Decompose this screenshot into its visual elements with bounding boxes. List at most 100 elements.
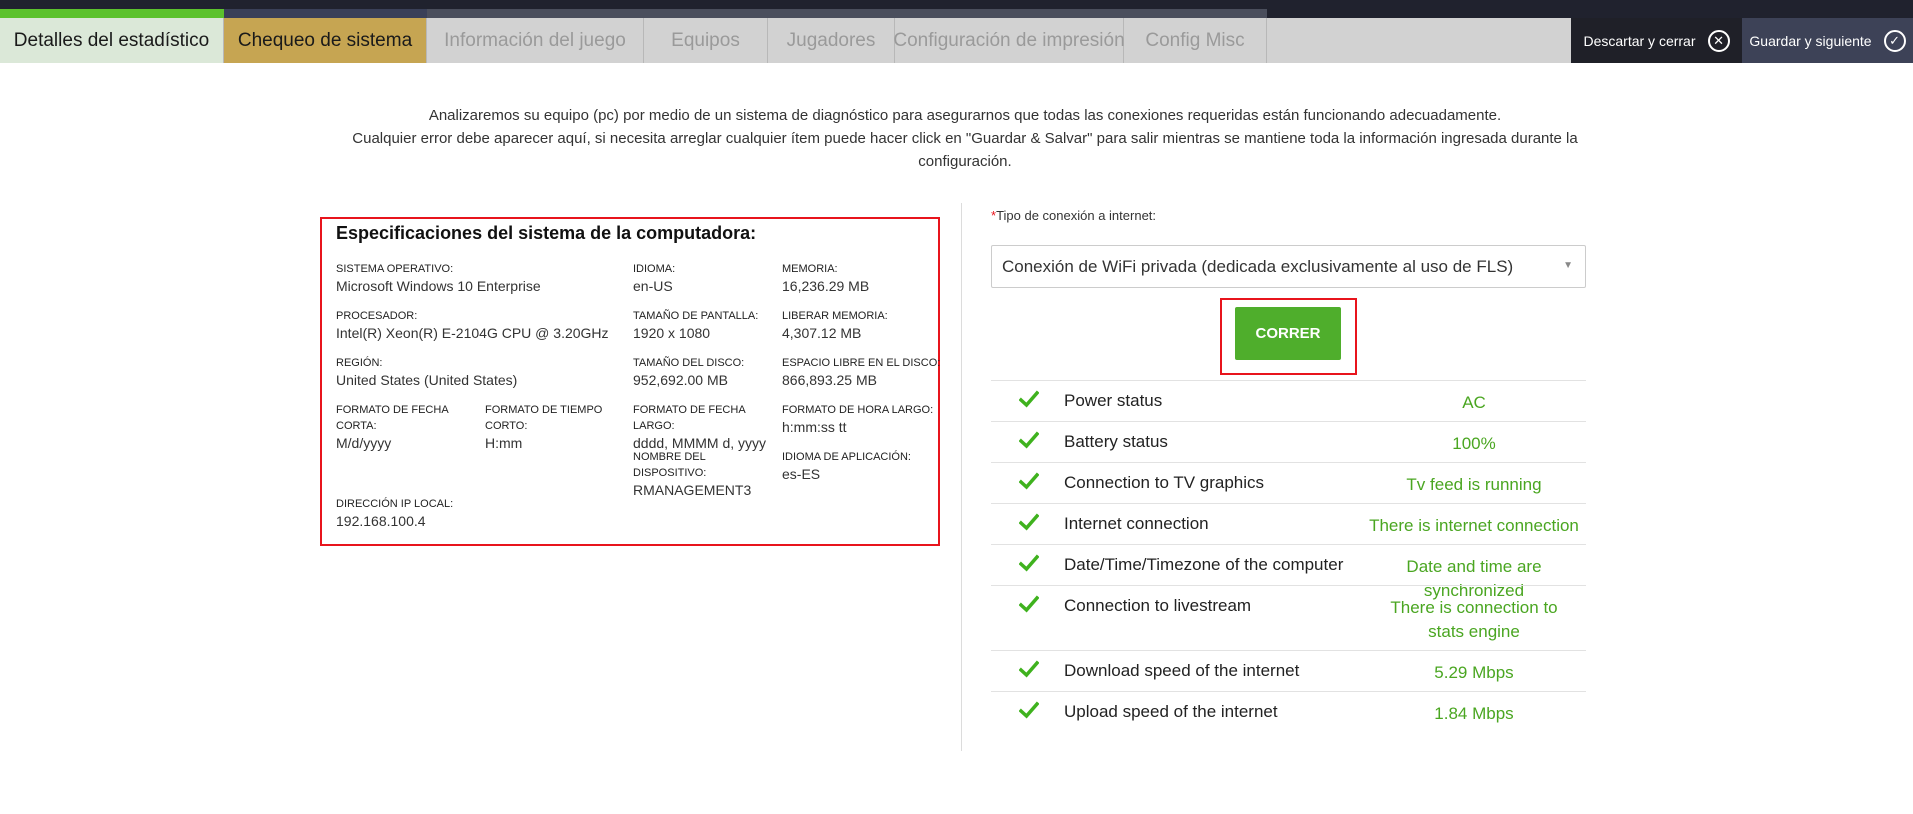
tab-game-info[interactable]: Información del juego [427, 18, 644, 63]
tab-misc-config[interactable]: Config Misc [1124, 18, 1267, 63]
spec-local-ip-label: DIRECCIÓN IP LOCAL: [336, 498, 454, 510]
specs-title: Especificaciones del sistema de la compu… [336, 223, 757, 243]
check-icon [1019, 513, 1039, 531]
spec-app-language-label: IDIOMA DE APLICACIÓN: [782, 451, 911, 463]
spec-disk-free-label: ESPACIO LIBRE EN EL DISCO: [782, 357, 941, 369]
spec-language-value: en-US [633, 278, 673, 294]
tab-bar-spacer [1267, 18, 1571, 63]
spec-long-date: FORMATO DE FECHA LARGO: dddd, MMMM d, yy… [633, 402, 781, 452]
spec-disk-size-value: 952,692.00 MB [633, 372, 728, 388]
spec-processor-value: Intel(R) Xeon(R) E-2104G CPU @ 3.20GHz [336, 325, 609, 341]
spec-short-date-value: M/d/yyyy [336, 435, 392, 451]
intro-line-1: Analizaremos su equipo (pc) por medio de… [428, 107, 1502, 124]
check-status: There is connection to stats engine [1390, 598, 1558, 641]
connection-type-select[interactable]: Conexión de WiFi privada (dedicada exclu… [991, 245, 1586, 288]
progress-strip [0, 0, 1913, 18]
spec-os-label: SISTEMA OPERATIVO: [336, 263, 454, 275]
spec-long-time-value: h:mm:ss tt [782, 419, 847, 435]
intro-line-2: Cualquier error debe aparecer aquí, si n… [352, 130, 1578, 170]
check-status: 5.29 Mbps [1434, 663, 1514, 682]
spec-screen-size-value: 1920 x 1080 [633, 325, 711, 341]
discard-label: Descartar y cerrar [1583, 32, 1696, 49]
check-label: Connection to livestream [1064, 596, 1252, 615]
spec-device-name-label: NOMBRE DEL DISPOSITIVO: [633, 451, 707, 479]
check-status: AC [1462, 393, 1486, 412]
spec-device-name-value: RMANAGEMENT3 [633, 482, 752, 498]
spec-short-time: FORMATO DE TIEMPO CORTO: H:mm [485, 402, 625, 452]
wizard-tab-bar: Detalles del estadístico Chequeo de sist… [0, 18, 1913, 63]
spec-screen-size-label: TAMAÑO DE PANTALLA: [633, 310, 759, 322]
discard-and-close-button[interactable]: Descartar y cerrar ✕ [1571, 18, 1742, 63]
check-label: Battery status [1064, 432, 1168, 451]
spec-short-time-label: FORMATO DE TIEMPO CORTO: [485, 404, 603, 432]
spec-long-time-label: FORMATO DE HORA LARGO: [782, 404, 934, 416]
check-label: Download speed of the internet [1064, 661, 1300, 680]
progress-done-segment [0, 9, 224, 18]
checkmark-icon: ✓ [1883, 29, 1906, 52]
check-icon [1019, 595, 1039, 613]
spec-disk-free-value: 866,893.25 MB [782, 372, 877, 388]
check-status: 1.84 Mbps [1434, 704, 1514, 723]
connection-type-selected: Conexión de WiFi privada (dedicada exclu… [1002, 256, 1514, 276]
spec-memory: MEMORIA: 16,236.29 MB [782, 261, 942, 295]
spec-language: IDIOMA: en-US [633, 261, 773, 295]
intro-text: Analizaremos su equipo (pc) por medio de… [340, 104, 1590, 173]
spec-processor: PROCESADOR: Intel(R) Xeon(R) E-2104G CPU… [336, 308, 631, 342]
spec-screen-size: TAMAÑO DE PANTALLA: 1920 x 1080 [633, 308, 778, 342]
check-row: Date/Time/Timezone of the computer Date … [991, 544, 1586, 600]
spec-short-time-value: H:mm [485, 435, 523, 451]
connection-type-label-text: Tipo de conexión a internet: [996, 208, 1157, 223]
spec-local-ip-value: 192.168.100.4 [336, 513, 426, 529]
tab-print-config[interactable]: Configuración de impresión [893, 18, 1125, 63]
tab-stat-details[interactable]: Detalles del estadístico [0, 18, 224, 63]
tab-teams[interactable]: Equipos [644, 18, 768, 63]
check-label: Date/Time/Timezone of the computer [1064, 555, 1344, 574]
check-icon [1019, 472, 1039, 490]
save-and-next-button[interactable]: Guardar y siguiente ✓ [1742, 18, 1913, 63]
spec-region-value: United States (United States) [336, 372, 518, 388]
tab-players[interactable]: Jugadores [768, 18, 895, 63]
spec-disk-size: TAMAÑO DEL DISCO: 952,692.00 MB [633, 355, 778, 389]
spec-long-date-label: FORMATO DE FECHA LARGO: [633, 404, 746, 432]
spec-os-value: Microsoft Windows 10 Enterprise [336, 278, 541, 294]
panel-divider [961, 203, 962, 751]
check-icon [1019, 554, 1039, 572]
check-row: Power status AC [991, 380, 1586, 421]
system-specs-panel: Especificaciones del sistema de la compu… [320, 217, 940, 546]
check-row: Connection to livestream There is connec… [991, 585, 1586, 650]
run-button[interactable]: CORRER [1235, 307, 1341, 360]
system-checks-list: Power status AC Battery status 100% Conn… [991, 380, 1586, 732]
close-icon: ✕ [1707, 29, 1730, 52]
spec-memory-value: 16,236.29 MB [782, 278, 870, 294]
progress-remaining-segment [427, 9, 1267, 18]
spec-os: SISTEMA OPERATIVO: Microsoft Windows 10 … [336, 261, 626, 295]
spec-region-label: REGIÓN: [336, 357, 383, 369]
chevron-down-icon: ▼ [1563, 260, 1573, 271]
spec-memory-label: MEMORIA: [782, 263, 838, 275]
spec-disk-free: ESPACIO LIBRE EN EL DISCO: 866,893.25 MB [782, 355, 942, 389]
check-icon [1019, 701, 1039, 719]
spec-long-time: FORMATO DE HORA LARGO: h:mm:ss tt [782, 402, 942, 436]
spec-short-date: FORMATO DE FECHA CORTA: M/d/yyyy [336, 402, 484, 452]
save-label: Guardar y siguiente [1749, 32, 1872, 49]
check-row: Upload speed of the internet 1.84 Mbps [991, 691, 1586, 732]
check-icon [1019, 390, 1039, 408]
spec-processor-label: PROCESADOR: [336, 310, 418, 322]
check-row: Download speed of the internet 5.29 Mbps [991, 650, 1586, 691]
spec-region: REGIÓN: United States (United States) [336, 355, 626, 389]
spec-language-label: IDIOMA: [633, 263, 676, 275]
check-row: Connection to TV graphics Tv feed is run… [991, 462, 1586, 503]
spec-free-memory-label: LIBERAR MEMORIA: [782, 310, 888, 322]
connection-type-label: *Tipo de conexión a internet: [991, 208, 1156, 223]
check-row: Internet connection There is internet co… [991, 503, 1586, 544]
spec-device-name: NOMBRE DEL DISPOSITIVO: RMANAGEMENT3 [633, 449, 781, 499]
check-label: Upload speed of the internet [1064, 702, 1278, 721]
check-label: Power status [1064, 391, 1163, 410]
check-row: Battery status 100% [991, 421, 1586, 462]
check-icon [1019, 660, 1039, 678]
progress-current-segment [224, 9, 427, 18]
tab-system-check[interactable]: Chequeo de sistema [224, 18, 427, 63]
check-status: 100% [1452, 434, 1496, 453]
spec-app-language-value: es-ES [782, 466, 821, 482]
check-status: There is internet connection [1369, 516, 1579, 535]
